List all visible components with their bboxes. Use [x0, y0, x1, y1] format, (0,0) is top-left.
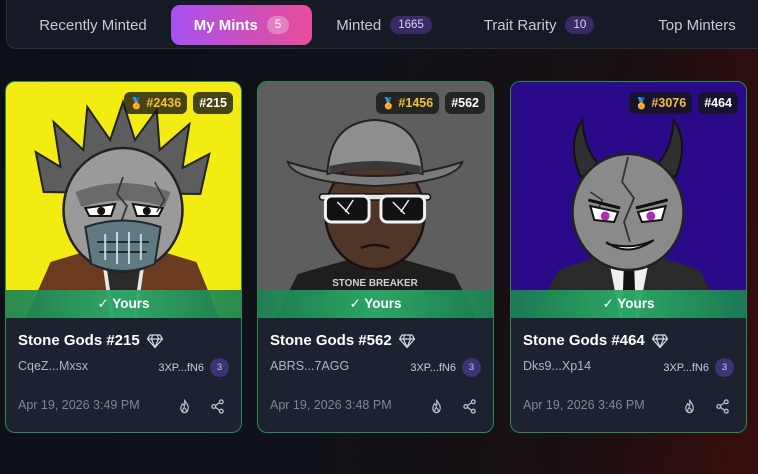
mint-date: Apr 19, 2026 3:46 PM	[523, 398, 645, 412]
nft-title: Stone Gods #215	[18, 332, 140, 349]
tab-label: Trait Rarity	[483, 16, 557, 34]
card-body: Stone Gods #562 ABRS...7AGG 3XP...fN6 3 …	[258, 318, 493, 432]
nft-image[interactable]	[6, 82, 241, 318]
share-icon[interactable]	[210, 399, 225, 414]
shirt-print: STONE BREAKER	[332, 278, 418, 289]
medal-icon: 🏅	[129, 97, 144, 110]
nft-artwork-stone-demon	[511, 82, 746, 318]
token-number-badge: #215	[193, 92, 233, 114]
nft-title: Stone Gods #562	[270, 332, 392, 349]
card-actions	[429, 399, 477, 414]
nft-badges: 🏅 #2436 #215	[123, 92, 233, 114]
tab-top-minters[interactable]: Top Minters	[627, 5, 758, 45]
diamond-icon	[146, 333, 163, 348]
tab-count-badge: 1665	[390, 16, 432, 34]
nft-title: Stone Gods #464	[523, 332, 645, 349]
nft-artwork-stone-cowboy: STONE BREAKER	[258, 82, 493, 318]
rarity-rank-badge: 🏅 #3076	[628, 92, 693, 114]
owned-banner: ✓ Yours	[511, 290, 746, 318]
tab-trait-rarity[interactable]: Trait Rarity 10	[469, 5, 609, 45]
medal-icon: 🏅	[381, 97, 396, 110]
owned-banner: ✓ Yours	[6, 290, 241, 318]
owner-address[interactable]: Dks9...Xp14	[523, 359, 591, 373]
card-body: Stone Gods #215 CqeZ...Mxsx 3XP...fN6 3 …	[6, 318, 241, 432]
rarity-rank: #1456	[398, 96, 434, 110]
tab-count-badge: 5	[266, 16, 290, 34]
rarity-rank-badge: 🏅 #1456	[375, 92, 440, 114]
collection-address: 3XP...fN6	[158, 361, 204, 374]
tab-label: Top Minters	[658, 16, 736, 34]
owner-address[interactable]: CqeZ...Mxsx	[18, 359, 88, 373]
token-number-badge: #464	[698, 92, 738, 114]
nft-card[interactable]: STONE BREAKER 🏅 #1456 #562 ✓ Yours Stone…	[257, 81, 494, 433]
medal-icon: 🏅	[634, 97, 649, 110]
card-title[interactable]: Stone Gods #464	[523, 332, 668, 349]
tab-my-mints[interactable]: My Mints 5	[171, 5, 312, 45]
card-body: Stone Gods #464 Dks9...Xp14 3XP...fN6 3 …	[511, 318, 746, 432]
nft-badges: 🏅 #3076 #464	[628, 92, 738, 114]
tab-recently-minted[interactable]: Recently Minted	[17, 5, 169, 45]
diamond-icon	[398, 333, 415, 348]
nft-artwork-stone-warrior	[6, 82, 241, 318]
tab-count-badge: 10	[565, 16, 595, 34]
mint-date: Apr 19, 2026 3:49 PM	[18, 398, 140, 412]
collection-address: 3XP...fN6	[410, 361, 456, 374]
rarity-rank: #2436	[146, 96, 182, 110]
share-icon[interactable]	[462, 399, 477, 414]
share-icon[interactable]	[715, 399, 730, 414]
owned-banner: ✓ Yours	[258, 290, 493, 318]
mint-date: Apr 19, 2026 3:48 PM	[270, 398, 392, 412]
nft-card[interactable]: 🏅 #3076 #464 ✓ Yours Stone Gods #464 Dks…	[510, 81, 747, 433]
address-count-badge: 3	[210, 358, 229, 377]
card-title[interactable]: Stone Gods #215	[18, 332, 163, 349]
tab-minted[interactable]: Minted 1665	[319, 5, 449, 45]
collection-ref[interactable]: 3XP...fN6 3	[663, 358, 734, 377]
nft-card[interactable]: 🏅 #2436 #215 ✓ Yours Stone Gods #215 Cqe…	[5, 81, 242, 433]
collection-address: 3XP...fN6	[663, 361, 709, 374]
burn-icon[interactable]	[682, 399, 697, 414]
collection-ref[interactable]: 3XP...fN6 3	[410, 358, 481, 377]
card-actions	[177, 399, 225, 414]
tab-bar: Recently Minted My Mints 5 Minted 1665 T…	[6, 0, 758, 49]
rarity-rank: #3076	[651, 96, 687, 110]
card-title[interactable]: Stone Gods #562	[270, 332, 415, 349]
nft-image[interactable]: STONE BREAKER	[258, 82, 493, 318]
owner-address[interactable]: ABRS...7AGG	[270, 359, 349, 373]
burn-icon[interactable]	[429, 399, 444, 414]
nft-image[interactable]	[511, 82, 746, 318]
token-number-badge: #562	[445, 92, 485, 114]
address-count-badge: 3	[462, 358, 481, 377]
tab-label: My Mints	[193, 16, 258, 34]
burn-icon[interactable]	[177, 399, 192, 414]
diamond-icon	[651, 333, 668, 348]
tab-label: Minted	[336, 16, 382, 34]
address-count-badge: 3	[715, 358, 734, 377]
card-actions	[682, 399, 730, 414]
tab-label: Recently Minted	[39, 16, 147, 34]
collection-ref[interactable]: 3XP...fN6 3	[158, 358, 229, 377]
nft-badges: 🏅 #1456 #562	[375, 92, 485, 114]
rarity-rank-badge: 🏅 #2436	[123, 92, 188, 114]
